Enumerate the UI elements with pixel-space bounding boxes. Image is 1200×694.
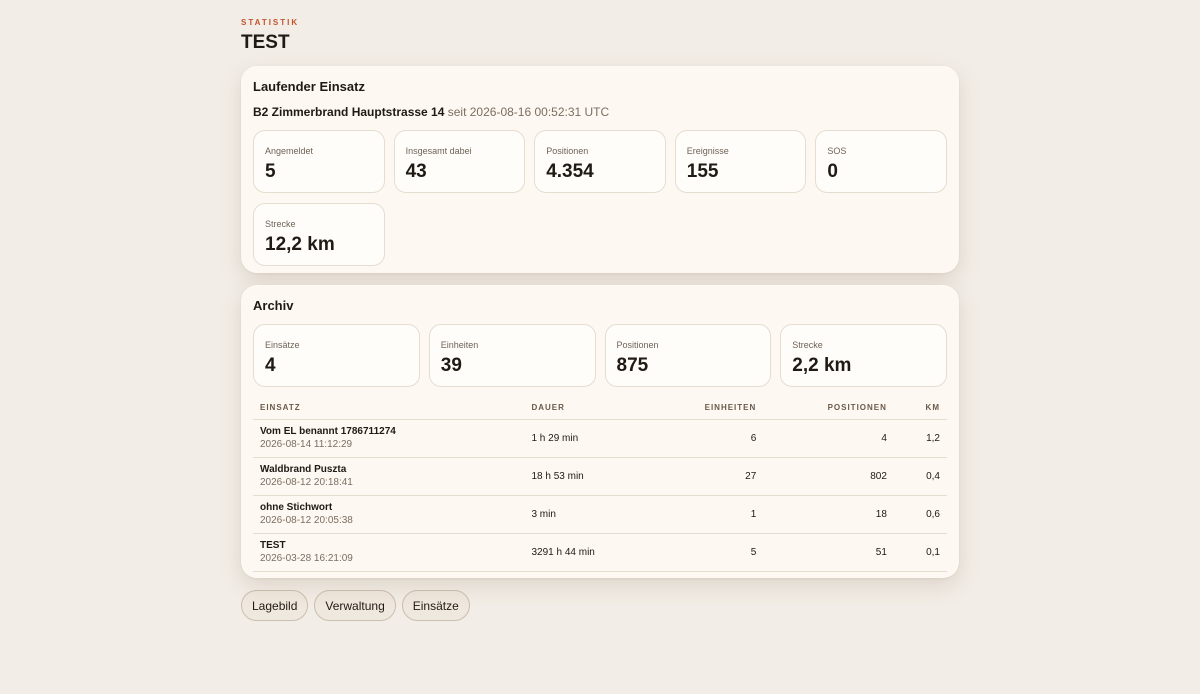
einsatz-date: 2026-08-14 11:12:29 bbox=[260, 439, 353, 450]
lagebild-button[interactable]: Lagebild bbox=[241, 590, 309, 621]
cell-einheiten: 1 bbox=[646, 495, 764, 534]
einsatz-date: 2026-03-28 16:21:09 bbox=[260, 553, 353, 564]
cell-positionen: 802 bbox=[763, 457, 894, 496]
cell-km: 0,4 bbox=[893, 457, 947, 496]
cell-einsatz: Waldbrand Puszta 2026-08-12 20:18:41 bbox=[253, 457, 525, 496]
stat-einheiten: Einheiten 39 bbox=[428, 324, 596, 387]
col-positionen: POSITIONEN bbox=[763, 397, 894, 420]
cell-positionen: 51 bbox=[763, 533, 894, 572]
incident-name: B2 Zimmerbrand Hauptstrasse 14 bbox=[253, 105, 445, 119]
table-header-row: EINSATZ DAUER EINHEITEN POSITIONEN KM bbox=[253, 397, 947, 420]
stat-label: Strecke bbox=[265, 219, 296, 229]
col-km: KM bbox=[893, 397, 947, 420]
stat-angemeldet: Angemeldet 5 bbox=[253, 130, 385, 193]
einsatz-date: 2026-08-12 20:18:41 bbox=[260, 477, 353, 488]
live-incident-line: B2 Zimmerbrand Hauptstrasse 14 seit 2026… bbox=[253, 104, 947, 120]
col-einheiten: EINHEITEN bbox=[646, 397, 764, 420]
archive-card-title: Archiv bbox=[253, 298, 294, 313]
cell-einsatz: TEST 2026-03-28 16:21:09 bbox=[253, 533, 525, 572]
stat-label: Insgesamt dabei bbox=[405, 146, 472, 156]
cell-dauer: 18 h 53 min bbox=[524, 457, 647, 496]
table-row[interactable]: Vom EL benannt 1786711274 2026-08-14 11:… bbox=[253, 419, 947, 458]
einsatz-name: Waldbrand Puszta bbox=[260, 464, 347, 475]
cell-km: 0,1 bbox=[893, 533, 947, 572]
stat-positionen: Positionen 875 bbox=[604, 324, 772, 387]
stat-value: 2,2 km bbox=[792, 355, 852, 376]
cell-dauer: 1 h 29 min bbox=[524, 419, 647, 458]
cell-km: 1,2 bbox=[893, 419, 947, 458]
stat-value: 39 bbox=[440, 355, 462, 376]
cell-km: 0,6 bbox=[893, 495, 947, 534]
stat-value: 4 bbox=[265, 355, 276, 376]
stat-einsaetze: Einsätze 4 bbox=[253, 324, 420, 387]
live-incident-card: Laufender Einsatz B2 Zimmerbrand Hauptst… bbox=[241, 66, 959, 273]
nav-buttons: Lagebild Verwaltung Einsätze bbox=[241, 590, 959, 621]
archive-stats-row: Einsätze 4 Einheiten 39 Positionen 875 S… bbox=[253, 324, 947, 387]
cell-einsatz: Vom EL benannt 1786711274 2026-08-14 11:… bbox=[253, 419, 525, 458]
cell-dauer: 3291 h 44 min bbox=[524, 533, 647, 572]
statistics-page: STATISTIK TEST Laufender Einsatz B2 Zimm… bbox=[241, 18, 959, 621]
archive-table: EINSATZ DAUER EINHEITEN POSITIONEN KM Vo… bbox=[253, 397, 947, 572]
stat-label: Positionen bbox=[616, 340, 659, 350]
live-stats-row: Angemeldet 5 Insgesamt dabei 43 Position… bbox=[253, 130, 947, 193]
cell-einheiten: 6 bbox=[646, 419, 764, 458]
section-kicker: STATISTIK bbox=[241, 18, 300, 27]
stat-ereignisse: Ereignisse 155 bbox=[674, 130, 807, 193]
archive-card: Archiv Einsätze 4 Einheiten 39 Positione… bbox=[241, 285, 959, 578]
einsatz-name: ohne Stichwort bbox=[260, 502, 333, 513]
stat-strecke: Strecke 2,2 km bbox=[780, 324, 947, 387]
verwaltung-button[interactable]: Verwaltung bbox=[314, 590, 396, 621]
stat-label: Einheiten bbox=[440, 340, 479, 350]
cell-dauer: 3 min bbox=[524, 495, 647, 534]
cell-positionen: 18 bbox=[763, 495, 894, 534]
page-title: TEST bbox=[241, 32, 290, 53]
stat-value: 5 bbox=[265, 161, 276, 182]
col-dauer: DAUER bbox=[524, 397, 647, 420]
cell-einheiten: 27 bbox=[646, 457, 764, 496]
incident-since: seit 2026-08-16 00:52:31 UTC bbox=[447, 105, 610, 119]
einsatz-name: TEST bbox=[260, 540, 286, 551]
cell-positionen: 4 bbox=[763, 419, 894, 458]
einsaetze-button[interactable]: Einsätze bbox=[401, 590, 470, 621]
table-row[interactable]: TEST 2026-03-28 16:21:09 3291 h 44 min 5… bbox=[253, 533, 947, 572]
stat-value: 4.354 bbox=[546, 161, 594, 182]
stat-label: Angemeldet bbox=[265, 146, 314, 156]
stat-label: Strecke bbox=[792, 340, 823, 350]
einsatz-date: 2026-08-12 20:05:38 bbox=[260, 515, 353, 526]
col-einsatz: EINSATZ bbox=[253, 397, 525, 420]
live-card-title: Laufender Einsatz bbox=[253, 79, 365, 94]
stat-value: 12,2 km bbox=[265, 234, 335, 255]
stat-label: SOS bbox=[827, 146, 847, 156]
stat-sos: SOS 0 bbox=[815, 130, 947, 193]
stat-value: 875 bbox=[616, 355, 649, 376]
stat-strecke: Strecke 12,2 km bbox=[253, 203, 385, 266]
stat-label: Positionen bbox=[546, 146, 589, 156]
cell-einheiten: 5 bbox=[646, 533, 764, 572]
stat-label: Ereignisse bbox=[686, 146, 729, 156]
table-row[interactable]: ohne Stichwort 2026-08-12 20:05:38 3 min… bbox=[253, 495, 947, 534]
einsatz-name: Vom EL benannt 1786711274 bbox=[260, 426, 396, 437]
stat-value: 43 bbox=[405, 161, 427, 182]
stat-insgesamt: Insgesamt dabei 43 bbox=[393, 130, 526, 193]
stat-positionen: Positionen 4.354 bbox=[534, 130, 666, 193]
stat-value: 155 bbox=[686, 161, 719, 182]
cell-einsatz: ohne Stichwort 2026-08-12 20:05:38 bbox=[253, 495, 525, 534]
table-row[interactable]: Waldbrand Puszta 2026-08-12 20:18:41 18 … bbox=[253, 457, 947, 496]
stat-label: Einsätze bbox=[265, 340, 300, 350]
live-stats-row-2: Strecke 12,2 km bbox=[253, 203, 947, 266]
stat-value: 0 bbox=[827, 161, 838, 182]
